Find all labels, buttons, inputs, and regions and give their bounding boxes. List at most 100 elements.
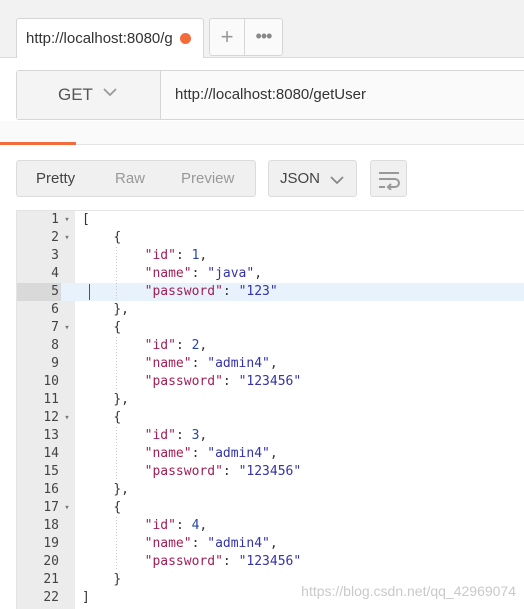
line-number: 3 <box>51 248 59 263</box>
fold-arrow-icon[interactable]: ▾ <box>62 499 72 517</box>
chevron-down-icon <box>330 176 344 185</box>
code-lines: 1 ▾[2 ▾ {3 "id": 1, 4 "name": "java", 5 "pas… <box>17 211 524 607</box>
line-number: 22 <box>43 590 59 605</box>
method-select[interactable]: GET <box>17 71 161 119</box>
request-bar: GET http://localhost:8080/getUser <box>16 70 524 120</box>
code-line: 3 "id": 1, <box>17 247 524 265</box>
response-tab-active-indicator <box>0 142 76 145</box>
code-line: 13 "id": 3, <box>17 427 524 445</box>
code-text: ] <box>82 589 90 607</box>
word-wrap-button[interactable] <box>370 160 407 197</box>
fold-arrow-icon[interactable]: ▾ <box>62 229 72 247</box>
json-value: "admin4" <box>207 446 270 461</box>
code-line: 9 "name": "admin4", <box>17 355 524 373</box>
preview-view-button[interactable]: Preview <box>181 170 234 187</box>
request-tab[interactable]: http://localhost:8080/getUser <box>16 18 204 58</box>
json-punctuation: , <box>199 518 208 533</box>
indent-guide <box>116 247 118 301</box>
code-line: 15 "password": "123456" <box>17 463 524 481</box>
line-number: 20 <box>43 554 59 569</box>
line-number: 10 <box>43 374 59 389</box>
json-punctuation: }, <box>113 392 129 407</box>
json-punctuation: { <box>113 230 122 245</box>
json-punctuation: { <box>113 500 122 515</box>
code-text: "id": 4, <box>82 517 208 535</box>
json-separator: : <box>175 518 192 533</box>
text-cursor <box>89 284 90 300</box>
response-tabs <box>0 121 524 145</box>
code-text: [ <box>82 211 90 229</box>
indent-guide <box>116 427 118 481</box>
pretty-view-button[interactable]: Pretty <box>36 170 75 187</box>
json-key: "password" <box>144 374 223 389</box>
line-number: 13 <box>43 428 59 443</box>
code-text: "id": 2, <box>82 337 208 355</box>
json-value: "123456" <box>238 554 302 569</box>
code-line: 19 "name": "admin4", <box>17 535 524 553</box>
format-select[interactable]: JSON <box>268 160 357 197</box>
json-value: "123456" <box>238 464 302 479</box>
code-text: { <box>82 319 121 337</box>
json-key: "id" <box>144 518 176 533</box>
line-number: 17 <box>43 500 59 515</box>
raw-view-button[interactable]: Raw <box>115 170 145 187</box>
unsaved-changes-dot-icon <box>180 33 191 44</box>
json-separator: : <box>191 356 208 371</box>
fold-arrow-icon[interactable]: ▾ <box>62 409 72 427</box>
line-number: 9 <box>51 356 59 371</box>
code-line: 11 }, <box>17 391 524 409</box>
code-text: }, <box>82 301 129 319</box>
json-punctuation: , <box>269 536 278 551</box>
json-separator: : <box>222 464 239 479</box>
json-punctuation: [ <box>82 212 90 227</box>
json-separator: : <box>191 266 208 281</box>
line-number: 21 <box>43 572 59 587</box>
json-key: "name" <box>144 356 192 371</box>
code-text: "password": "123456" <box>82 463 302 481</box>
word-wrap-icon <box>379 172 400 190</box>
format-label: JSON <box>280 170 321 187</box>
code-line: 14 "name": "admin4", <box>17 445 524 463</box>
json-punctuation: , <box>254 266 263 281</box>
json-separator: : <box>175 248 192 263</box>
line-number: 1 <box>51 212 59 227</box>
code-text: "password": "123" <box>82 283 278 301</box>
request-tab-title: http://localhost:8080/getUser <box>26 30 172 47</box>
json-punctuation: , <box>199 428 208 443</box>
line-number: 5 <box>17 283 61 301</box>
watermark: https://blog.csdn.net/qq_42969074 <box>301 583 516 599</box>
code-text: { <box>82 499 121 517</box>
more-tabs-button[interactable]: ••• <box>245 18 283 56</box>
json-punctuation: { <box>113 320 122 335</box>
new-tab-button[interactable]: + <box>209 18 245 56</box>
json-key: "password" <box>144 464 223 479</box>
line-number: 2 <box>51 230 59 245</box>
fold-arrow-icon[interactable]: ▾ <box>62 211 72 229</box>
json-punctuation: , <box>269 446 278 461</box>
line-number: 4 <box>51 266 59 281</box>
line-number: 12 <box>43 410 59 425</box>
fold-arrow-icon[interactable]: ▾ <box>62 319 72 337</box>
tab-strip: http://localhost:8080/getUser + ••• <box>0 0 524 58</box>
line-number: 6 <box>51 302 59 317</box>
json-punctuation: , <box>199 248 208 263</box>
indent-guide <box>116 337 118 391</box>
code-text: "id": 1, <box>82 247 208 265</box>
view-mode-segmented-control: Pretty Raw Preview <box>16 160 256 197</box>
code-line: 16 }, <box>17 481 524 499</box>
url-input[interactable]: http://localhost:8080/getUser <box>175 86 366 103</box>
code-text: { <box>82 409 121 427</box>
json-punctuation: , <box>269 356 278 371</box>
response-body-editor[interactable]: 1 ▾[2 ▾ {3 "id": 1, 4 "name": "java", 5 "pas… <box>16 210 524 609</box>
json-separator: : <box>191 446 208 461</box>
line-number: 11 <box>43 392 59 407</box>
json-separator: : <box>222 374 239 389</box>
line-number: 19 <box>43 536 59 551</box>
indent-guide <box>116 517 118 571</box>
line-number: 7 <box>51 320 59 335</box>
code-text: "id": 3, <box>82 427 208 445</box>
json-value: "123456" <box>238 374 302 389</box>
line-number: 15 <box>43 464 59 479</box>
json-value: "123" <box>238 284 278 299</box>
code-text: "name": "admin4", <box>82 355 278 373</box>
